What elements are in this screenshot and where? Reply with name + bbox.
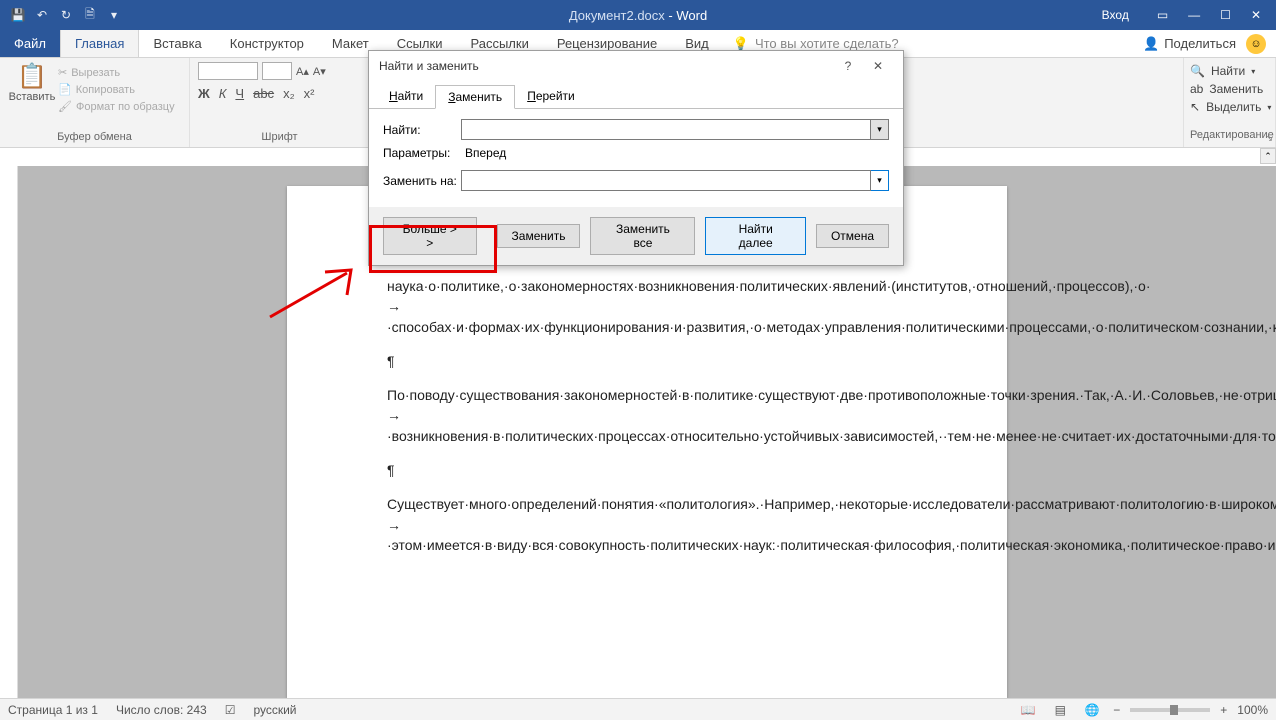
collapse-ribbon-icon[interactable]: ⌃	[1260, 148, 1276, 164]
share-button[interactable]: 👤 Поделиться	[1143, 36, 1236, 52]
paragraph-1[interactable]: наука·о·политике,·о·закономерностях·возн…	[387, 276, 947, 337]
tab-file[interactable]: Файл	[0, 30, 60, 57]
page-indicator[interactable]: Страница 1 из 1	[8, 703, 98, 717]
find-label: Найти:	[383, 123, 461, 137]
select-button[interactable]: ↖Выделить▾	[1190, 98, 1269, 116]
font-name-input[interactable]	[198, 62, 258, 80]
zoom-slider[interactable]	[1130, 708, 1210, 712]
dialog-body: Найти: ▾ Параметры: Вперед Заменить на: …	[369, 109, 903, 207]
proofing-icon[interactable]: ☑	[225, 703, 236, 717]
zoom-level[interactable]: 100%	[1237, 703, 1268, 717]
strike-button[interactable]: abc	[253, 86, 274, 101]
paragraph-3[interactable]: По·поводу·существования·закономерностей·…	[387, 385, 947, 446]
tab-goto[interactable]: Перейти	[515, 85, 587, 108]
undo-icon[interactable]: ↶	[34, 7, 50, 23]
quick-access-toolbar: 💾 ↶ ↻ 🗎 ▾	[0, 7, 132, 23]
font-label: Шрифт	[198, 131, 361, 145]
redo-icon[interactable]: ↻	[58, 7, 74, 23]
cut-button: ✂ Вырезать	[58, 66, 181, 79]
app-name: Word	[676, 8, 707, 23]
underline-button[interactable]: Ч	[235, 86, 244, 101]
params-value: Вперед	[465, 146, 506, 160]
dialog-titlebar[interactable]: Найти и заменить ? ✕	[369, 51, 903, 81]
clipboard-group: 📋 Вставить ✂ Вырезать 📄 Копировать 🖌 Фор…	[0, 58, 190, 147]
print-layout-icon[interactable]: ▤	[1049, 701, 1071, 719]
paste-button[interactable]: 📋 Вставить	[8, 62, 56, 103]
read-mode-icon[interactable]: 📖	[1017, 701, 1039, 719]
dialog-close-icon[interactable]: ✕	[863, 59, 893, 73]
document-name: Документ2.docx	[569, 8, 665, 23]
replace-label: Заменить на:	[383, 174, 461, 188]
dialog-title: Найти и заменить	[379, 59, 833, 73]
more-button[interactable]: Больше > >	[383, 217, 477, 255]
replace-icon: ab	[1190, 82, 1203, 96]
dialog-help-icon[interactable]: ?	[833, 59, 863, 73]
window-controls: Вход ▭ — ☐ ✕	[1102, 8, 1276, 22]
clipboard-label: Буфер обмена	[8, 131, 181, 145]
language-indicator[interactable]: русский	[253, 703, 296, 717]
editing-label: Редактирование	[1190, 129, 1269, 143]
save-icon[interactable]: 💾	[10, 7, 26, 23]
editing-group: 🔍Найти▾ abЗаменить ↖Выделить▾ Редактиров…	[1184, 58, 1276, 147]
minimize-icon[interactable]: —	[1188, 8, 1200, 22]
shrink-font-icon[interactable]: A▾	[313, 65, 326, 78]
replace-input[interactable]	[461, 170, 871, 191]
font-group: A▴ A▾ Ж К Ч abc x₂ x² Шрифт	[190, 58, 370, 147]
ribbon-display-icon[interactable]: ▭	[1157, 8, 1168, 22]
font-size-input[interactable]	[262, 62, 292, 80]
find-next-button[interactable]: Найти далее	[705, 217, 805, 255]
tab-insert[interactable]: Вставка	[139, 30, 215, 57]
title-bar: 💾 ↶ ↻ 🗎 ▾ Документ2.docx - Word Вход ▭ —…	[0, 0, 1276, 30]
tab-replace[interactable]: Заменить	[435, 85, 515, 109]
paragraph-4[interactable]: ¶	[387, 460, 947, 480]
search-icon: 🔍	[1190, 64, 1205, 78]
paragraph-2[interactable]: ¶	[387, 351, 947, 371]
share-icon: 👤	[1143, 36, 1159, 52]
zoom-out-icon[interactable]: −	[1113, 703, 1120, 717]
status-bar: Страница 1 из 1 Число слов: 243 ☑ русски…	[0, 698, 1276, 720]
word-count[interactable]: Число слов: 243	[116, 703, 207, 717]
find-dropdown-icon[interactable]: ▾	[871, 119, 889, 140]
cancel-button[interactable]: Отмена	[816, 224, 889, 248]
vertical-ruler[interactable]	[0, 166, 18, 698]
format-painter-button: 🖌 Формат по образцу	[58, 100, 181, 113]
dialog-tabs: Найти Заменить Перейти	[369, 81, 903, 109]
italic-button[interactable]: К	[219, 86, 227, 101]
qat-dropdown-icon[interactable]: ▾	[106, 7, 122, 23]
clipboard-launcher-icon[interactable]: ↘	[1265, 133, 1273, 144]
copy-button: 📄 Копировать	[58, 83, 181, 96]
replace-button[interactable]: abЗаменить	[1190, 80, 1269, 98]
zoom-in-icon[interactable]: +	[1220, 703, 1227, 717]
feedback-icon[interactable]: ☺	[1246, 34, 1266, 54]
replace-one-button[interactable]: Заменить	[497, 224, 581, 248]
params-label: Параметры:	[383, 146, 461, 160]
tab-find[interactable]: Найти	[377, 85, 435, 108]
new-doc-icon[interactable]: 🗎	[82, 7, 98, 23]
tab-home[interactable]: Главная	[60, 30, 139, 57]
signin-link[interactable]: Вход	[1102, 8, 1129, 22]
replace-all-button[interactable]: Заменить все	[590, 217, 695, 255]
replace-dropdown-icon[interactable]: ▾	[871, 170, 889, 191]
cursor-icon: ↖	[1190, 100, 1200, 114]
maximize-icon[interactable]: ☐	[1220, 8, 1231, 22]
find-button[interactable]: 🔍Найти▾	[1190, 62, 1269, 80]
paragraph-5[interactable]: Существует·много·определений·понятия·«по…	[387, 494, 947, 555]
find-input[interactable]	[461, 119, 871, 140]
tab-design[interactable]: Конструктор	[216, 30, 318, 57]
web-layout-icon[interactable]: 🌐	[1081, 701, 1103, 719]
bold-button[interactable]: Ж	[198, 86, 210, 101]
superscript-button[interactable]: x²	[304, 86, 315, 101]
dialog-buttons: Больше > > Заменить Заменить все Найти д…	[369, 207, 903, 265]
subscript-button[interactable]: x₂	[283, 86, 295, 101]
find-replace-dialog: Найти и заменить ? ✕ Найти Заменить Пере…	[368, 50, 904, 266]
window-title: Документ2.docx - Word	[569, 8, 707, 23]
grow-font-icon[interactable]: A▴	[296, 65, 309, 78]
close-icon[interactable]: ✕	[1251, 8, 1261, 22]
